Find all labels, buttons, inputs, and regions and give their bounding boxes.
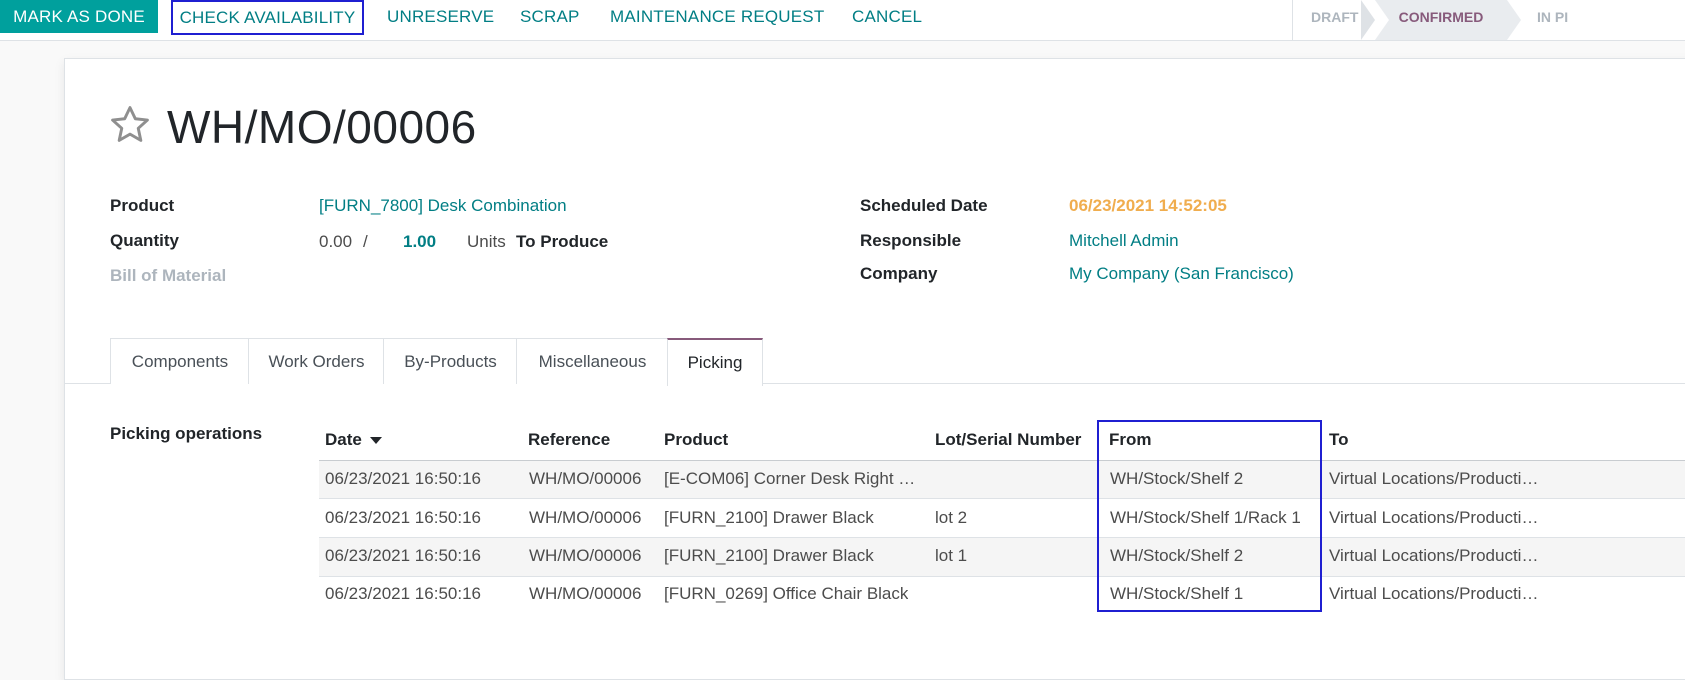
bom-label: Bill of Material — [110, 266, 227, 285]
quantity-planned-field[interactable]: 1.00 — [403, 232, 436, 252]
row-date: 06/23/2021 16:50:16 — [325, 508, 481, 527]
tab-by-products[interactable]: By-Products — [383, 338, 518, 384]
check-availability-button[interactable]: CHECK AVAILABILITY — [171, 0, 364, 35]
row-reference: WH/MO/00006 — [529, 508, 642, 527]
quantity-label: Quantity — [110, 231, 179, 250]
maintenance-request-button[interactable]: MAINTENANCE REQUEST — [610, 0, 824, 33]
scheduled-date-label: Scheduled Date — [860, 196, 988, 215]
row-reference: WH/MO/00006 — [529, 584, 642, 603]
stage-in-progress[interactable]: IN PI — [1537, 0, 1568, 40]
star-icon[interactable] — [108, 103, 152, 147]
quantity-uom: Units — [467, 232, 506, 251]
row-divider — [319, 576, 1685, 577]
row-from: WH/Stock/Shelf 2 — [1110, 546, 1244, 565]
column-header-lot[interactable]: Lot/Serial Number — [935, 430, 1081, 450]
stage-separator — [1361, 0, 1375, 40]
stage-draft[interactable]: DRAFT — [1311, 0, 1358, 40]
row-from: WH/Stock/Shelf 1/Rack 1 — [1110, 508, 1301, 527]
row-reference: WH/MO/00006 — [529, 546, 642, 565]
cancel-button[interactable]: CANCEL — [852, 0, 922, 33]
row-product: [E-COM06] Corner Desk Right … — [664, 469, 916, 488]
quantity-separator: / — [363, 232, 368, 251]
row-divider — [319, 498, 1685, 499]
control-panel: MARK AS DONE CHECK AVAILABILITY UNRESERV… — [0, 0, 1685, 41]
company-label: Company — [860, 264, 938, 283]
column-header-date[interactable]: Date — [325, 430, 382, 450]
quantity-suffix: To Produce — [516, 232, 609, 251]
quantity-produced: 0.00 — [319, 232, 353, 251]
sort-desc-icon — [369, 437, 382, 445]
row-product: [FURN_2100] Drawer Black — [664, 546, 874, 565]
column-header-product[interactable]: Product — [664, 430, 728, 450]
tab-components[interactable]: Components — [110, 338, 250, 384]
row-from: WH/Stock/Shelf 1 — [1110, 584, 1244, 603]
scheduled-date-field[interactable]: 06/23/2021 14:52:05 — [1069, 196, 1227, 216]
product-field[interactable]: [FURN_7800] Desk Combination — [319, 196, 567, 216]
stage-confirmed[interactable]: CONFIRMED — [1375, 0, 1521, 40]
tab-picking[interactable]: Picking — [667, 338, 763, 386]
tab-work-orders[interactable]: Work Orders — [248, 338, 385, 384]
row-lot: lot 1 — [935, 546, 968, 565]
row-product: [FURN_0269] Office Chair Black — [664, 584, 909, 603]
row-date: 06/23/2021 16:50:16 — [325, 469, 481, 488]
row-to: Virtual Locations/Producti… — [1329, 469, 1539, 488]
responsible-label: Responsible — [860, 231, 962, 250]
column-header-reference[interactable]: Reference — [528, 430, 610, 450]
row-from: WH/Stock/Shelf 2 — [1110, 469, 1244, 488]
row-to: Virtual Locations/Producti… — [1329, 508, 1539, 527]
row-lot: lot 2 — [935, 508, 968, 527]
row-to: Virtual Locations/Producti… — [1329, 546, 1539, 565]
row-date: 06/23/2021 16:50:16 — [325, 584, 481, 603]
row-to: Virtual Locations/Producti… — [1329, 584, 1539, 603]
row-date: 06/23/2021 16:50:16 — [325, 546, 481, 565]
column-header-to[interactable]: To — [1329, 430, 1349, 450]
mark-as-done-button[interactable]: MARK AS DONE — [0, 0, 158, 33]
status-bar: DRAFT CONFIRMED IN PI — [1292, 0, 1685, 40]
scrap-button[interactable]: SCRAP — [520, 0, 580, 33]
column-header-from[interactable]: From — [1109, 430, 1152, 450]
unreserve-button[interactable]: UNRESERVE — [387, 0, 494, 33]
product-label: Product — [110, 196, 175, 215]
row-product: [FURN_2100] Drawer Black — [664, 508, 874, 527]
responsible-field[interactable]: Mitchell Admin — [1069, 231, 1179, 251]
picking-operations-label: Picking operations — [110, 424, 263, 443]
tab-miscellaneous[interactable]: Miscellaneous — [516, 338, 669, 384]
row-reference: WH/MO/00006 — [529, 469, 642, 488]
company-field[interactable]: My Company (San Francisco) — [1069, 264, 1294, 284]
record-title: WH/MO/00006 — [167, 101, 477, 153]
